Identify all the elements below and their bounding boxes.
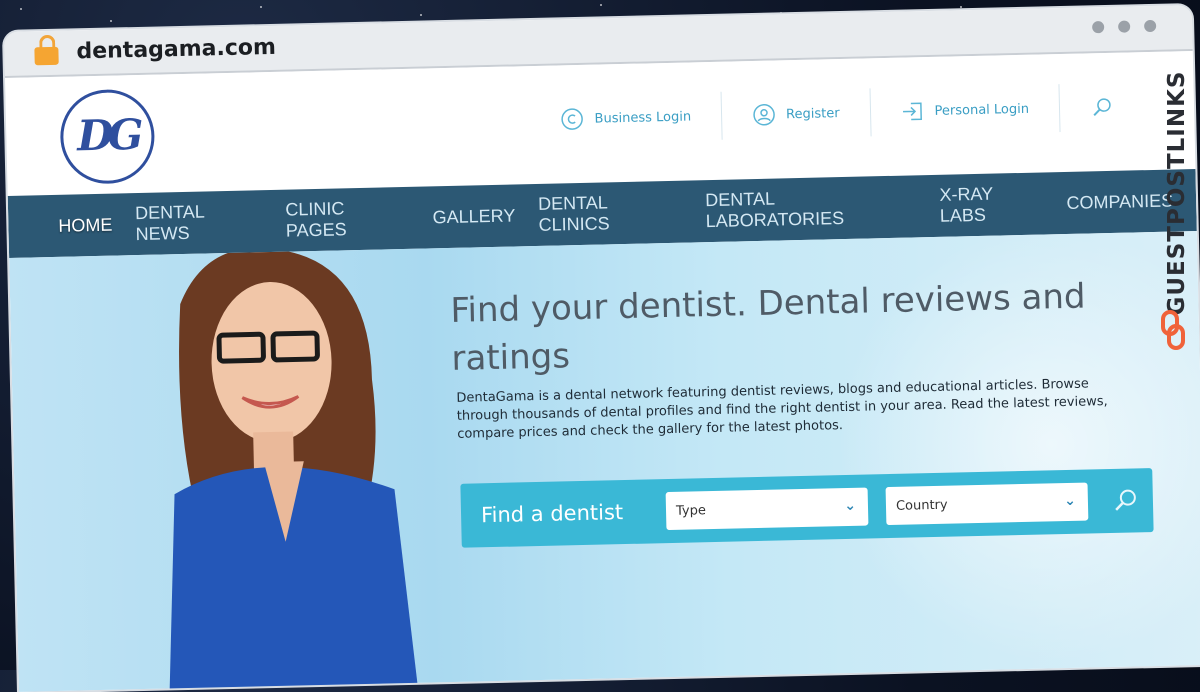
nav-item-dental-news[interactable]: DENTAL NEWS — [135, 200, 263, 245]
find-dentist-label: Find a dentist — [480, 500, 624, 528]
login-arrow-icon — [900, 99, 925, 124]
window-dot-icon[interactable] — [1144, 19, 1157, 33]
business-login-label: Business Login — [594, 108, 692, 127]
window-dot-icon[interactable] — [1092, 21, 1105, 34]
personal-login-link[interactable]: Personal Login — [869, 84, 1060, 137]
account-links: Business Login Register Personal Login — [530, 81, 1155, 144]
header-search-button[interactable] — [1058, 81, 1155, 133]
search-icon[interactable] — [1112, 486, 1141, 515]
window-dot-icon[interactable] — [1118, 20, 1131, 33]
chevron-down-icon: ⌄ — [1063, 492, 1077, 510]
website: DG Business Login Register Personal Logi… — [5, 51, 1200, 692]
copyright-circle-icon — [560, 107, 585, 132]
window-controls — [1092, 19, 1157, 34]
register-label: Register — [785, 105, 840, 122]
nav-item-dental-laboratories[interactable]: DENTAL LABORATORIES — [705, 185, 917, 232]
business-login-link[interactable]: Business Login — [530, 92, 722, 144]
address-bar[interactable]: dentagama.com — [76, 35, 276, 65]
type-select[interactable]: Type ⌄ — [665, 487, 869, 531]
country-select-value: Country — [895, 497, 948, 514]
search-icon — [1090, 95, 1115, 120]
guestpostlinks-watermark: GUESTPOSTLINKS — [1152, 60, 1192, 360]
link-icon — [1161, 310, 1185, 350]
personal-login-label: Personal Login — [934, 101, 1030, 119]
hero-headline: Find your dentist. Dental reviews and ra… — [449, 276, 1086, 379]
nav-item-x-ray-labs[interactable]: X-RAY LABS — [939, 182, 1044, 226]
browser-window: dentagama.com DG Business Login Register… — [4, 5, 1200, 692]
watermark-text: GUESTPOSTLINKS — [1164, 70, 1190, 316]
nav-item-home[interactable]: HOME — [58, 214, 112, 236]
country-select[interactable]: Country ⌄ — [885, 482, 1089, 526]
hero-banner: Find your dentist. Dental reviews and ra… — [9, 230, 1200, 692]
register-link[interactable]: Register — [720, 88, 871, 140]
nav-item-clinic-pages[interactable]: CLINIC PAGES — [285, 197, 410, 242]
type-select-value: Type — [675, 502, 707, 519]
site-logo[interactable]: DG — [59, 88, 156, 185]
nav-item-dental-clinics[interactable]: DENTAL CLINICS — [538, 191, 683, 236]
lock-icon — [34, 34, 59, 66]
user-circle-icon — [752, 103, 777, 128]
smiling-woman-photo — [169, 247, 420, 692]
chevron-down-icon: ⌄ — [844, 497, 857, 515]
nav-item-gallery[interactable]: GALLERY — [432, 205, 515, 228]
